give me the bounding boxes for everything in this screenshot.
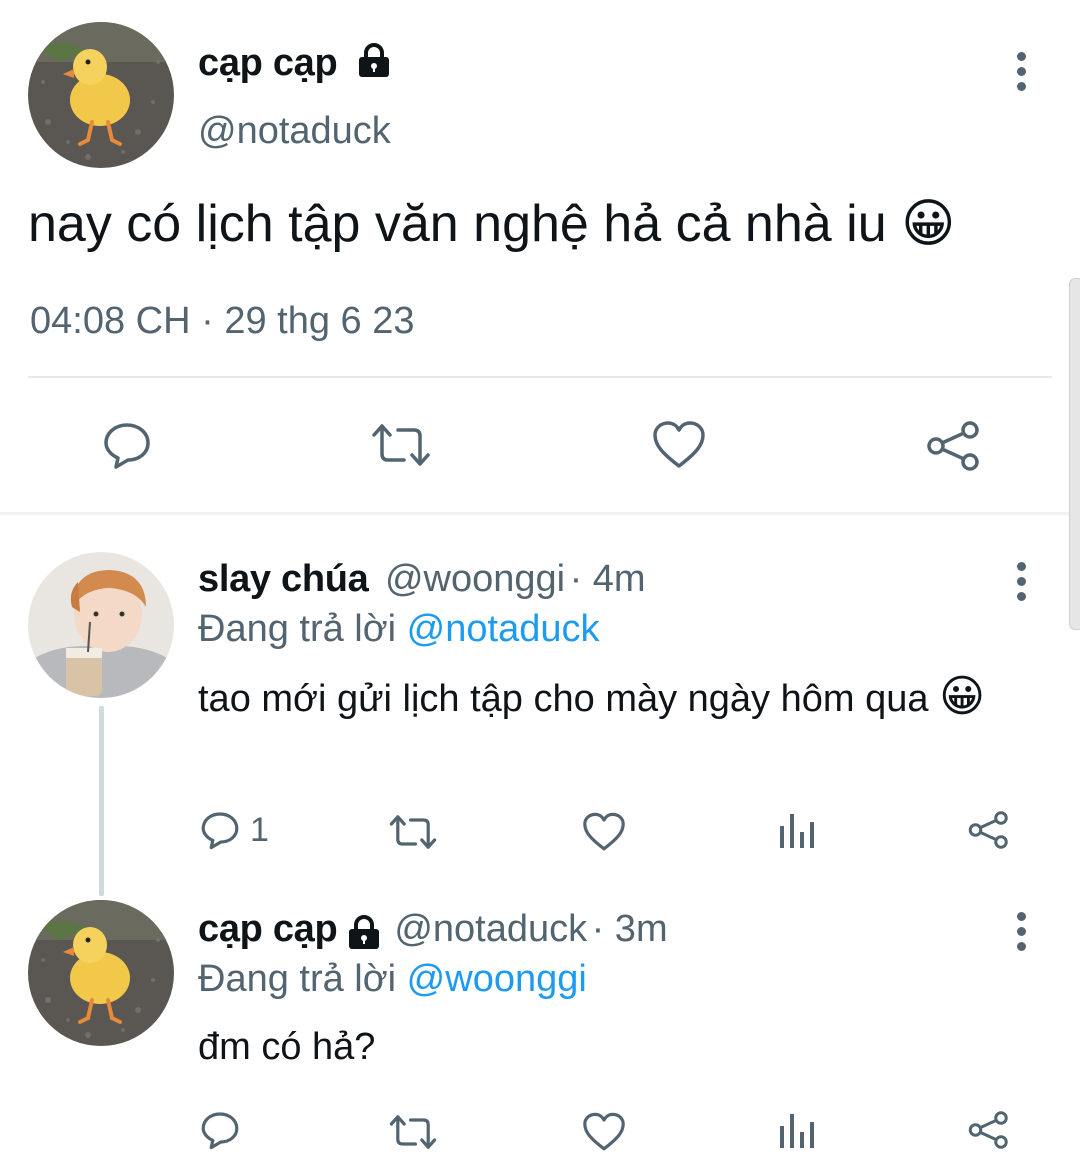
more-options-icon[interactable]: [1015, 562, 1027, 601]
reply2-text: đm có hả?: [198, 1026, 376, 1068]
share-icon: [968, 1111, 1008, 1149]
retweet-button[interactable]: [388, 812, 438, 852]
replying-to: Đang trả lời @notaduck: [198, 608, 600, 650]
avatar-notaduck[interactable]: [28, 900, 174, 1046]
main-timestamp[interactable]: 04:08 CH · 29 thg 6 23: [30, 300, 415, 343]
duck-avatar-image: [28, 22, 174, 168]
retweet-icon: [372, 424, 430, 466]
section-divider: [0, 512, 1080, 515]
share-icon: [927, 421, 979, 471]
views-icon: [780, 814, 814, 848]
duck-avatar-image: [28, 900, 174, 1046]
views-icon: [780, 1114, 814, 1148]
avatar-notaduck[interactable]: [28, 22, 174, 168]
share-button[interactable]: [926, 420, 982, 472]
lock-icon: [358, 43, 389, 77]
mention-link[interactable]: @woonggi: [407, 958, 587, 1000]
reply-button[interactable]: 1: [200, 810, 269, 850]
main-tweet-text: nay có lịch tập văn nghệ hả cả nhà iu 😀: [28, 195, 956, 253]
lock-icon: [348, 914, 379, 949]
grinning-emoji: 😀: [939, 672, 985, 721]
person-avatar-image: [28, 552, 174, 698]
share-button[interactable]: [968, 810, 1010, 850]
share-button[interactable]: [968, 1110, 1010, 1150]
share-icon: [968, 811, 1008, 849]
like-button[interactable]: [652, 420, 706, 470]
reply-icon: [104, 423, 150, 469]
grinning-emoji: 😀: [901, 195, 956, 253]
heart-icon: [583, 1112, 625, 1151]
reply1-text: tao mới gửi lịch tập cho mày ngày hôm qu…: [198, 672, 985, 721]
like-button[interactable]: [582, 812, 626, 852]
replying-to: Đang trả lời @woonggi: [198, 958, 587, 1000]
reply-icon: [201, 1112, 239, 1150]
more-options-icon[interactable]: [1015, 912, 1027, 951]
divider: [28, 376, 1052, 378]
mention-link[interactable]: @notaduck: [407, 608, 600, 650]
retweet-button[interactable]: [370, 420, 432, 470]
heart-icon: [653, 421, 705, 468]
avatar-woonggi[interactable]: [28, 552, 174, 698]
main-handle[interactable]: @notaduck: [198, 110, 391, 153]
scrollbar[interactable]: [1069, 278, 1080, 630]
reply2-header[interactable]: cạp cạp @notaduck · 3m: [198, 908, 668, 953]
main-display-name[interactable]: cạp cạp: [198, 42, 394, 85]
reply-count: 1: [250, 810, 269, 849]
like-button[interactable]: [582, 1112, 626, 1152]
reply1-header[interactable]: slay chúa @woonggi · 4m: [198, 558, 646, 601]
views-button[interactable]: [778, 1110, 816, 1150]
reply-button[interactable]: [200, 1110, 240, 1150]
reply-button[interactable]: [102, 420, 152, 470]
retweet-button[interactable]: [388, 1112, 438, 1152]
heart-icon: [583, 812, 625, 851]
more-options-icon[interactable]: [1015, 52, 1027, 91]
thread-connector: [99, 706, 104, 896]
retweet-icon: [389, 815, 437, 849]
retweet-icon: [389, 1115, 437, 1149]
views-button[interactable]: [778, 810, 816, 850]
reply-icon: [201, 812, 239, 850]
